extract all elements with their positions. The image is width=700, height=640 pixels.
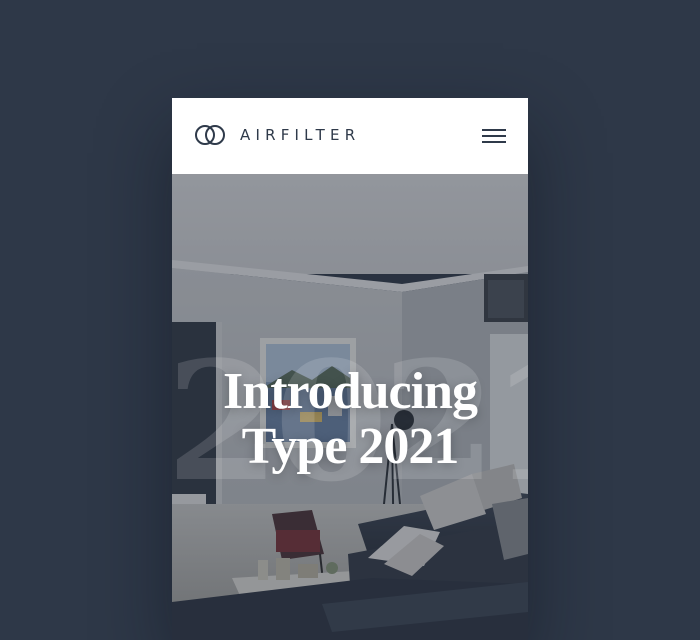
phone-mockup: AIRFILTER 202 Introducing Type 2021 xyxy=(172,98,528,640)
hamburger-menu-icon[interactable] xyxy=(482,127,506,143)
hero-headline: Introducing Type 2021 xyxy=(172,364,528,474)
brand-name: AIRFILTER xyxy=(240,126,361,144)
hero-section: 2021 Introducing Type 2021 xyxy=(172,174,528,640)
menu-line xyxy=(482,135,506,137)
menu-line xyxy=(482,141,506,143)
headline-line-2: Type 2021 xyxy=(241,418,460,475)
site-header: AIRFILTER xyxy=(172,98,528,174)
menu-line xyxy=(482,129,506,131)
brand-logo[interactable]: AIRFILTER xyxy=(194,124,360,146)
interlocked-rings-icon xyxy=(195,125,225,145)
headline-line-1: Introducing xyxy=(223,363,478,420)
